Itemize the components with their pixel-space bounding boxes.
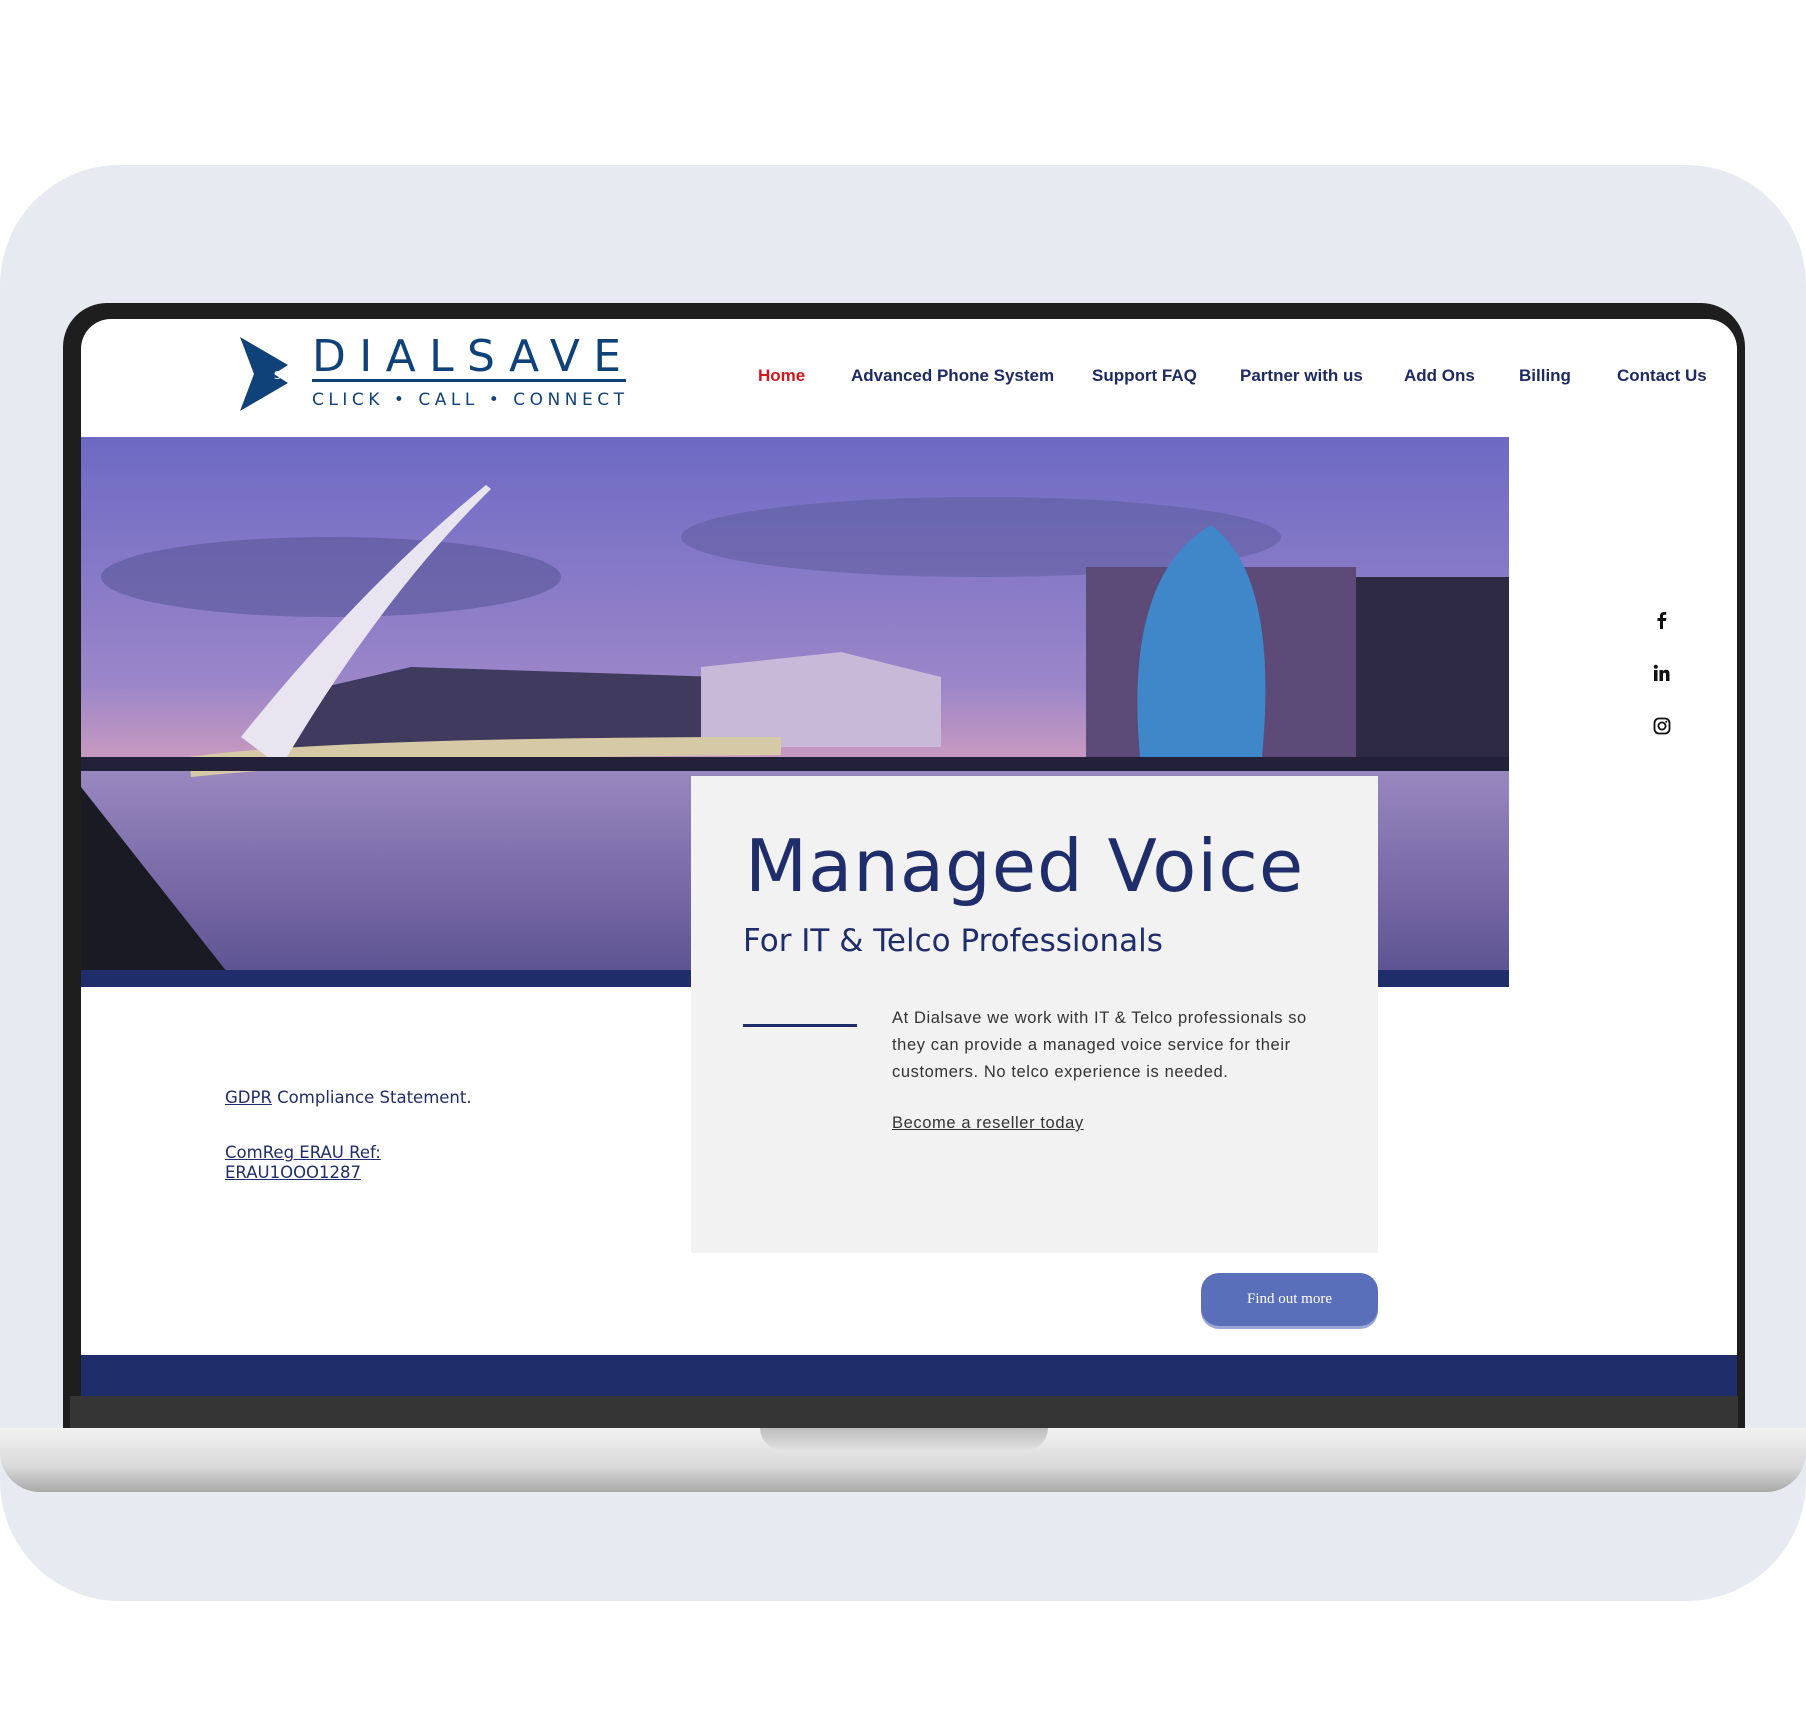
comreg-line1: ComReg ERAU Ref: <box>225 1143 381 1162</box>
nav-support-faq[interactable]: Support FAQ <box>1092 366 1197 386</box>
divider-line <box>743 1024 857 1027</box>
hero-body: At Dialsave we work with IT & Telco prof… <box>892 1009 1307 1081</box>
nav-billing[interactable]: Billing <box>1519 366 1571 386</box>
hero-card: Managed Voice For IT & Telco Professiona… <box>691 776 1378 1253</box>
dialsave-logo[interactable]: S DIALSAVE CLICK • CALL • CONNECT <box>240 337 630 411</box>
become-reseller-link[interactable]: Become a reseller today <box>892 1114 1084 1133</box>
instagram-icon[interactable] <box>1653 717 1671 735</box>
laptop-notch <box>760 1428 1048 1450</box>
nav-home[interactable]: Home <box>758 366 805 386</box>
hero-title: Managed Voice <box>745 824 1305 908</box>
nav-advanced-phone-system[interactable]: Advanced Phone System <box>851 366 1054 386</box>
facebook-icon[interactable] <box>1653 611 1671 629</box>
nav-add-ons[interactable]: Add Ons <box>1404 366 1475 386</box>
gdpr-statement: GDPR Compliance Statement. <box>225 1088 472 1107</box>
nav-partner-with-us[interactable]: Partner with us <box>1240 366 1363 386</box>
footer-bar <box>81 1355 1737 1396</box>
logo-mark: S <box>274 369 281 382</box>
hero-subtitle: For IT & Telco Professionals <box>743 923 1163 959</box>
laptop-chin <box>70 1396 1738 1428</box>
gdpr-text: Compliance Statement. <box>271 1088 472 1107</box>
gdpr-link[interactable]: GDPR <box>225 1088 272 1107</box>
find-out-more-button[interactable]: Find out more <box>1201 1273 1378 1326</box>
logo-tagline: CLICK • CALL • CONNECT <box>312 390 626 410</box>
nav-contact-us[interactable]: Contact Us <box>1617 366 1707 386</box>
linkedin-icon[interactable] <box>1653 664 1671 682</box>
comreg-line2: ERAU1OOO1287 <box>225 1163 362 1182</box>
comreg-link[interactable]: ComReg ERAU Ref: ERAU1OOO1287 <box>225 1143 381 1183</box>
logo-name: DIALSAVE <box>312 337 626 382</box>
browser-screen: S DIALSAVE CLICK • CALL • CONNECT Home A… <box>81 319 1737 1396</box>
